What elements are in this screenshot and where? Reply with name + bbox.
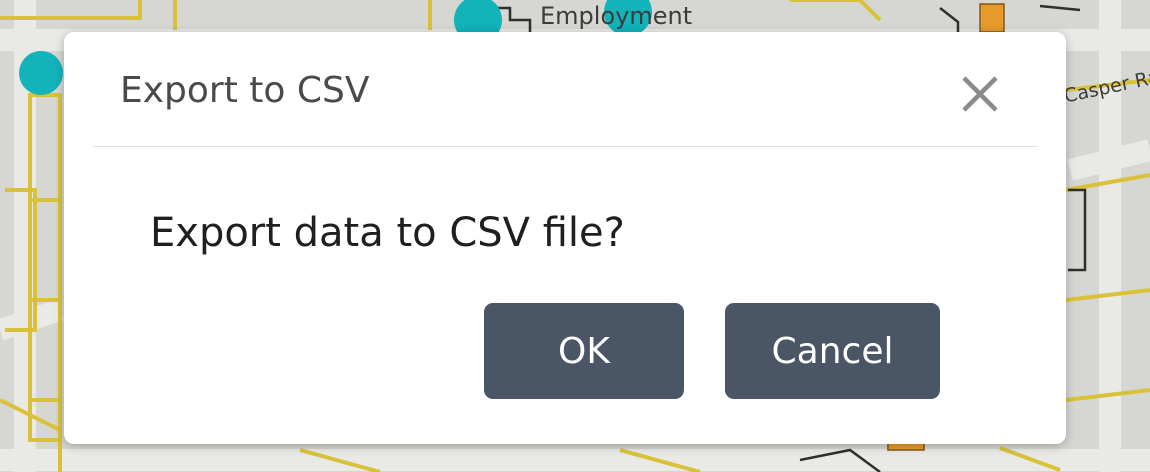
cancel-button[interactable]: Cancel	[725, 303, 940, 399]
dialog-divider	[92, 146, 1038, 147]
dialog-message: Export data to CSV file?	[150, 210, 625, 256]
map-label-building: Employment	[540, 2, 693, 30]
close-button[interactable]	[948, 62, 1012, 126]
dialog-title: Export to CSV	[120, 70, 370, 111]
ok-button[interactable]: OK	[484, 303, 684, 399]
close-icon	[962, 76, 998, 112]
export-dialog: Export to CSV Export data to CSV file? O…	[64, 32, 1066, 444]
map-marker[interactable]	[19, 51, 63, 95]
